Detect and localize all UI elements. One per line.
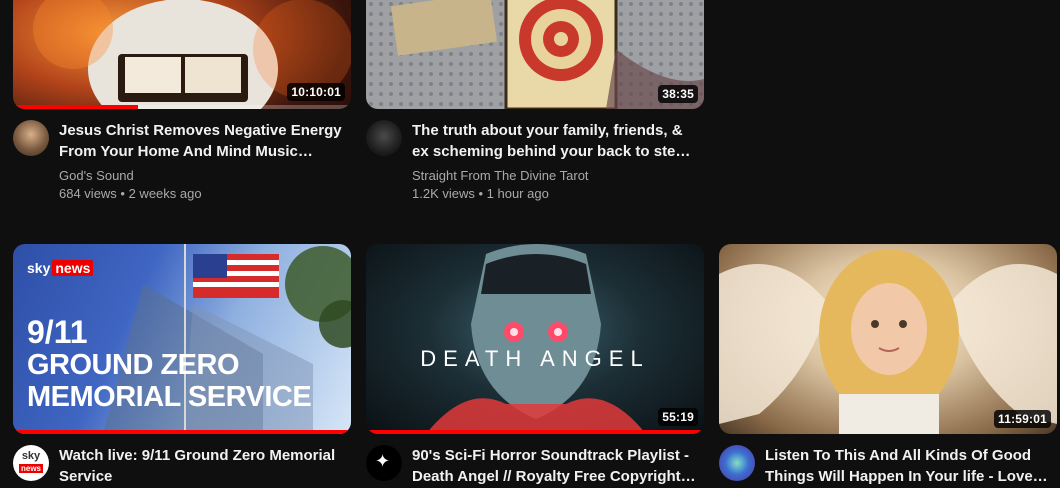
progress-bar <box>13 430 351 434</box>
progress-fill <box>13 430 351 434</box>
video-thumbnail[interactable]: 11:59:01 <box>719 244 1057 434</box>
channel-avatar[interactable] <box>366 120 402 156</box>
video-thumbnail[interactable]: DEATH ANGEL 55:19 <box>366 244 704 434</box>
channel-avatar[interactable]: ✦ <box>366 445 402 481</box>
duration-badge: 55:19 <box>658 408 698 426</box>
thumbnail-heading-line1: 9/11 <box>27 314 88 350</box>
thumbnail-art <box>366 0 704 109</box>
video-card[interactable]: sky news 9/11 GROUND ZERO MEMORIAL SERVIC… <box>13 244 351 485</box>
duration-badge: 10:10:01 <box>287 83 345 101</box>
progress-bar <box>366 430 704 434</box>
channel-avatar[interactable] <box>719 445 755 481</box>
video-title[interactable]: Jesus Christ Removes Negative Energy Fro… <box>59 120 344 162</box>
video-title[interactable]: Listen To This And All Kinds Of Good Thi… <box>765 445 1050 487</box>
thumbnail-heading-line3: MEMORIAL SERVICE <box>27 381 312 413</box>
video-thumbnail[interactable]: 38:35 <box>366 0 704 109</box>
thumbnail-art <box>426 244 646 434</box>
video-title[interactable]: 90's Sci-Fi Horror Soundtrack Playlist -… <box>412 445 697 487</box>
video-title[interactable]: Watch live: 9/11 Ground Zero Memorial Se… <box>59 445 344 487</box>
video-card[interactable]: 11:59:01 Listen To This And All Kinds Of… <box>719 244 1057 485</box>
channel-avatar[interactable]: sky news <box>13 445 49 481</box>
channel-avatar[interactable] <box>13 120 49 156</box>
video-card[interactable]: 38:35 The truth about your family, frien… <box>366 0 704 201</box>
angel-icon: ✦ <box>375 451 391 471</box>
thumbnail-art <box>719 249 1057 434</box>
video-title[interactable]: The truth about your family, friends, & … <box>412 120 697 162</box>
thumbnail-brand: sky news <box>27 260 94 276</box>
video-card[interactable]: DEATH ANGEL 55:19 ✦ 90's Sci-Fi Horror S… <box>366 244 704 485</box>
avatar-brand: sky news <box>18 450 43 473</box>
progress-fill <box>13 105 139 109</box>
thumbnail-heading-line2: GROUND ZERO <box>27 349 240 381</box>
duration-badge: 11:59:01 <box>994 410 1051 428</box>
channel-name[interactable]: Straight From The Divine Tarot <box>412 168 589 183</box>
progress-bar <box>13 105 351 109</box>
video-thumbnail[interactable]: 10:10:01 <box>13 0 351 109</box>
duration-badge: 38:35 <box>658 85 698 103</box>
thumbnail-heading: DEATH ANGEL <box>420 346 650 371</box>
channel-name[interactable]: God's Sound <box>59 168 134 183</box>
video-thumbnail[interactable]: sky news 9/11 GROUND ZERO MEMORIAL SERVIC… <box>13 244 351 434</box>
video-stats: 684 views • 2 weeks ago <box>59 186 202 201</box>
video-stats: 1.2K views • 1 hour ago <box>412 186 549 201</box>
video-card[interactable]: 10:10:01 Jesus Christ Removes Negative E… <box>13 0 351 201</box>
progress-fill <box>366 430 704 434</box>
